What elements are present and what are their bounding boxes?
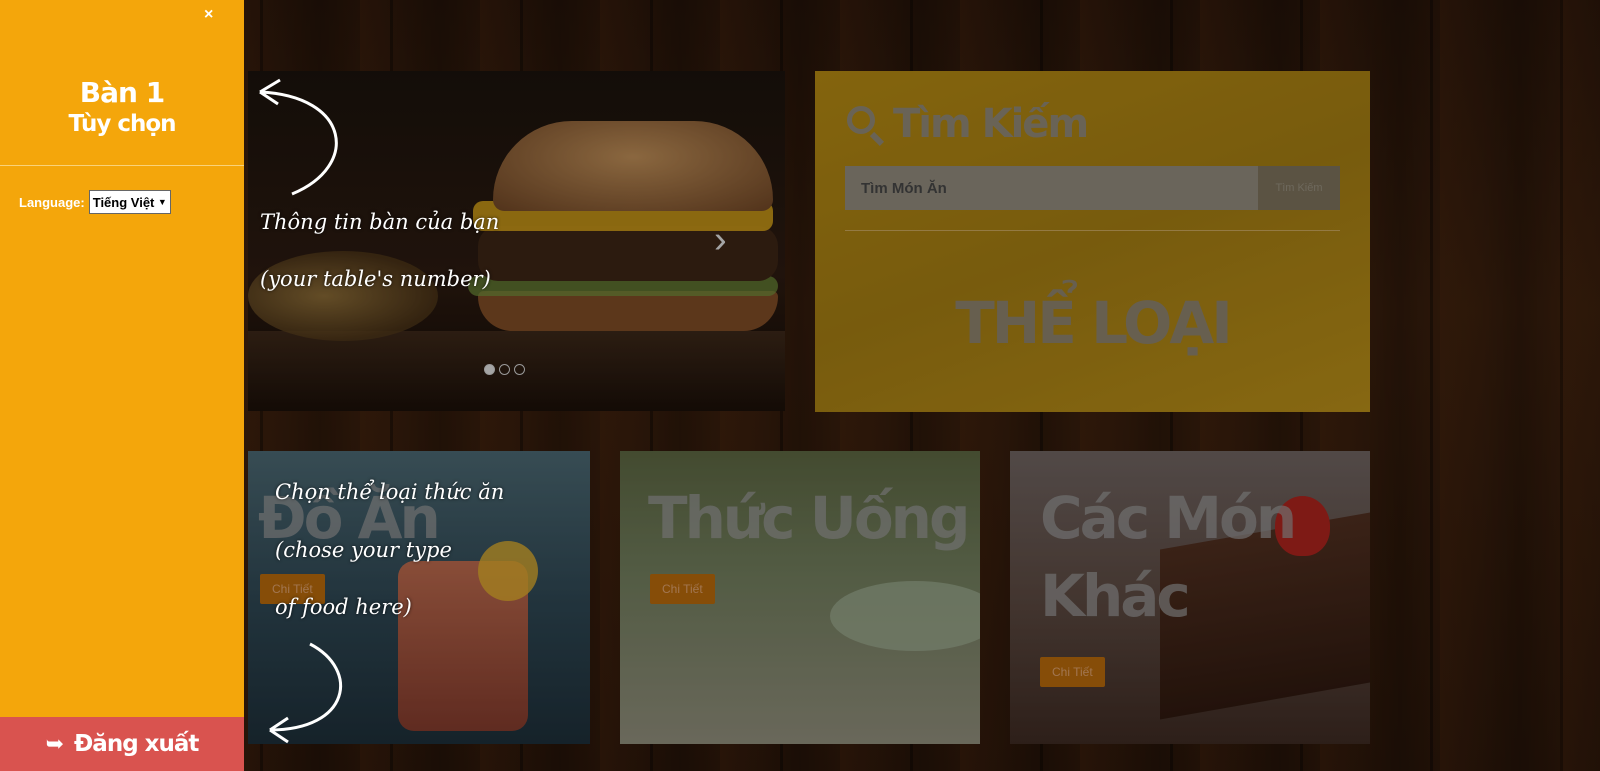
sidebar-header: Bàn 1 Tùy chọn <box>0 0 244 166</box>
arrow-to-logout-icon <box>269 642 343 744</box>
tutorial-note-table-line-2: (your table's number) <box>260 267 491 291</box>
language-select[interactable]: Tiếng Việt ▼ <box>88 190 171 214</box>
table-title: Bàn 1 <box>79 76 165 109</box>
logout-button[interactable]: ➥ Đăng xuất <box>0 717 244 771</box>
close-icon[interactable]: × <box>204 6 213 24</box>
tutorial-note-food-line-1: Chọn thể loại thức ăn <box>275 480 505 504</box>
logout-label: Đăng xuất <box>74 731 199 757</box>
language-value: Tiếng Việt <box>92 194 155 210</box>
sign-out-icon: ➥ <box>45 731 65 756</box>
language-label: Language: <box>19 194 85 210</box>
options-title: Tùy chọn <box>68 111 176 137</box>
language-selector: Language: Tiếng Việt ▼ <box>19 190 171 214</box>
sidebar: × Bàn 1 Tùy chọn Language: Tiếng Việt ▼ … <box>0 0 244 771</box>
tutorial-note-table-line-1: Thông tin bàn của bạn <box>260 210 500 234</box>
dropdown-arrow-icon: ▼ <box>157 197 167 207</box>
tutorial-note-food-line-2: (chose your type <box>275 538 452 562</box>
tutorial-note-food-line-3: of food here) <box>275 595 412 619</box>
arrow-to-table-info-icon <box>259 78 338 196</box>
